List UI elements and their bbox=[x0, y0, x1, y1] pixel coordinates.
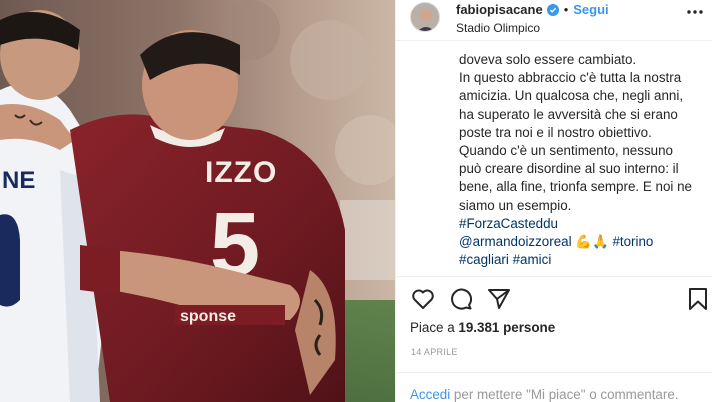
jersey-name: IZZO bbox=[205, 156, 277, 189]
likes-count[interactable]: Piace a 19.381 persone bbox=[410, 320, 555, 335]
avatar[interactable] bbox=[410, 2, 440, 32]
post-sidebar: fabiopisacane • Segui Stadio Olimpico do… bbox=[395, 0, 712, 402]
handle-row: fabiopisacane • Segui bbox=[456, 2, 609, 17]
share-icon[interactable] bbox=[486, 286, 512, 312]
caption-line: In questo abbraccio c'è tutta la nostra bbox=[459, 70, 682, 86]
comment-prompt-text: per mettere "Mi piace" o commentare. bbox=[450, 387, 679, 402]
caption-line: siamo un esempio. bbox=[459, 197, 572, 213]
hashtag-amici[interactable]: #amici bbox=[513, 252, 552, 267]
caption-line: amicizia. Un qualcosa che, negli anni, bbox=[459, 88, 684, 104]
hashtag-cagliari[interactable]: #cagliari bbox=[459, 252, 509, 267]
separator-dot: • bbox=[563, 2, 569, 17]
svg-text:sponse: sponse bbox=[180, 308, 236, 325]
flexed-biceps-emoji: 💪 bbox=[575, 234, 593, 250]
hashtag-torino[interactable]: #torino bbox=[612, 234, 653, 249]
likes-suffix: persone bbox=[499, 320, 556, 335]
action-bar bbox=[396, 286, 712, 314]
location-link[interactable]: Stadio Olimpico bbox=[456, 21, 540, 35]
post-photo[interactable]: NE IZZO 5 sponse bbox=[0, 0, 395, 402]
comment-icon[interactable] bbox=[448, 286, 474, 312]
hashtag-forzacasteddu[interactable]: #ForzaCasteddu bbox=[459, 216, 558, 231]
actions-divider bbox=[396, 276, 712, 277]
post-caption: doveva solo essere cambiato. In questo a… bbox=[459, 51, 699, 269]
caption-line: Quando c'è un sentimento, nessuno bbox=[459, 143, 673, 159]
post-header: fabiopisacane • Segui Stadio Olimpico bbox=[396, 0, 712, 40]
follow-button[interactable]: Segui bbox=[573, 2, 608, 17]
caption-line: bene, alla fine, trionfa sempre. E noi n… bbox=[459, 179, 692, 195]
caption-line: poste tra noi e il nostro obiettivo. bbox=[459, 124, 652, 140]
left-jersey-text: NE bbox=[2, 167, 35, 194]
comment-bar: Accedi per mettere "Mi piace" o commenta… bbox=[410, 387, 679, 402]
post-image: NE IZZO 5 sponse bbox=[0, 0, 395, 402]
likes-prefix: Piace a bbox=[410, 320, 459, 335]
post-date: 14 APRILE bbox=[411, 347, 458, 357]
username-link[interactable]: fabiopisacane bbox=[456, 2, 543, 17]
comment-divider bbox=[396, 372, 712, 373]
bookmark-icon[interactable] bbox=[685, 286, 711, 312]
login-link[interactable]: Accedi bbox=[410, 387, 450, 402]
heart-icon[interactable] bbox=[410, 286, 436, 312]
folded-hands-emoji: 🙏 bbox=[592, 234, 609, 250]
mention-armandoizzoreal[interactable]: @armandoizzoreal bbox=[459, 234, 572, 249]
more-options-icon[interactable] bbox=[685, 6, 705, 18]
header-divider bbox=[396, 40, 712, 41]
verified-badge-icon bbox=[546, 3, 559, 16]
caption-line: ha superato le avversità che si erano bbox=[459, 106, 678, 122]
likes-number: 19.381 bbox=[458, 320, 500, 335]
caption-line: doveva solo essere cambiato. bbox=[459, 52, 637, 67]
caption-line: può creare disordine al suo interno: il bbox=[459, 161, 679, 177]
